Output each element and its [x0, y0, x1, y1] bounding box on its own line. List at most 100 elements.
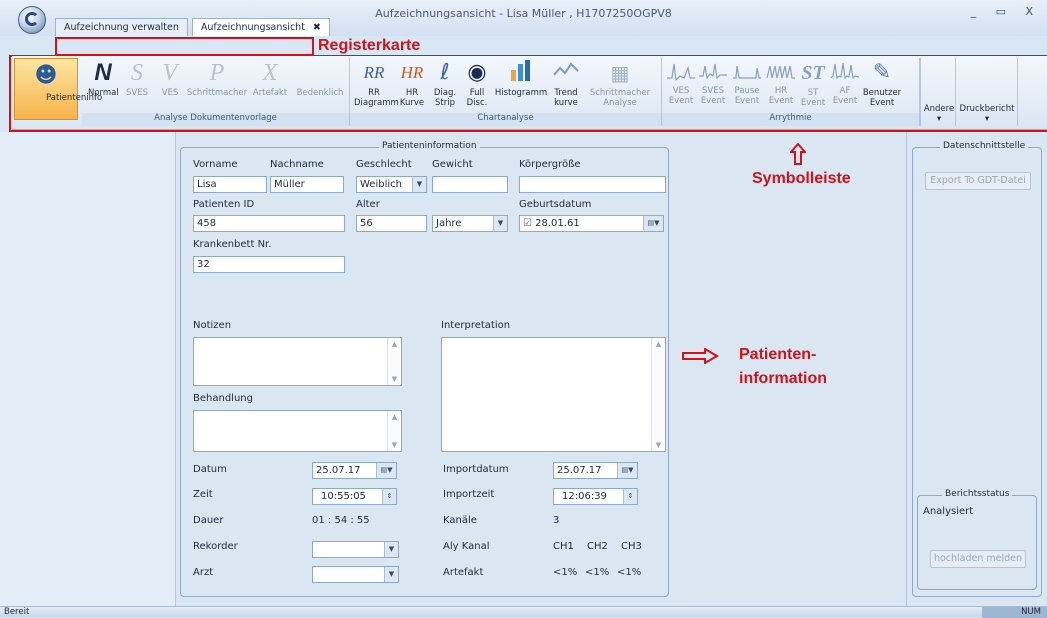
- right-pane: Datenschnittstelle Export To GDT-Datei B…: [906, 132, 1047, 606]
- sves-wave-icon: [699, 63, 727, 80]
- treatment-textarea[interactable]: ▲ ▼: [193, 410, 402, 452]
- gender-select[interactable]: Weiblich ▼: [356, 176, 427, 193]
- treatment-label: Behandlung: [193, 393, 253, 404]
- height-field[interactable]: [519, 176, 666, 193]
- questionable-icon: [292, 58, 348, 88]
- af-event-button[interactable]: AF Event: [830, 58, 860, 106]
- left-pane: [0, 132, 176, 606]
- scroll-down-icon[interactable]: ▼: [652, 441, 665, 449]
- calendar-icon[interactable]: ▤▼: [376, 463, 396, 478]
- duration-label: Dauer: [193, 515, 224, 526]
- patient-icon: ☻: [34, 63, 58, 88]
- age-field[interactable]: 56: [356, 215, 427, 232]
- vertical-scrollbar[interactable]: ▲ ▼: [387, 411, 401, 451]
- spinner-icon[interactable]: ⇕: [382, 489, 396, 504]
- button-label: ST: [807, 88, 819, 98]
- first-name-field[interactable]: Lisa: [193, 176, 267, 193]
- vertical-scrollbar[interactable]: ▲ ▼: [651, 338, 665, 451]
- button-label: Bedenklich: [296, 88, 344, 98]
- dropdown-arrow-icon[interactable]: ▼: [384, 567, 398, 582]
- hr-curve-button[interactable]: HR HR Kurve: [396, 58, 428, 108]
- scroll-up-icon[interactable]: ▲: [388, 413, 401, 421]
- notes-label: Notizen: [193, 320, 232, 331]
- import-date-picker[interactable]: 25.07.17 ▤▼: [553, 462, 638, 479]
- import-time-label: Importzeit: [443, 489, 495, 500]
- time-spinner[interactable]: 10:55:05 ⇕: [312, 488, 397, 505]
- artifact-label: Artefakt: [443, 567, 484, 578]
- questionable-button[interactable]: Bedenklich: [292, 58, 348, 98]
- calendar-icon[interactable]: ▤▼: [643, 216, 663, 231]
- age-unit-select[interactable]: Jahre ▼: [432, 215, 508, 232]
- pacemaker-button[interactable]: P Schrittmacher: [186, 58, 248, 98]
- disc-icon: ◉: [467, 60, 487, 85]
- pause-event-button[interactable]: Pause Event: [730, 58, 764, 106]
- close-tab-icon[interactable]: ✖: [313, 22, 321, 33]
- bed-field[interactable]: 32: [193, 256, 345, 273]
- trend-curve-button[interactable]: Trend kurve: [550, 58, 582, 108]
- patient-info-legend: Patienteninformation: [379, 141, 480, 151]
- hr-wave-icon: [766, 65, 795, 79]
- user-event-icon: ✎: [872, 60, 892, 85]
- physician-select[interactable]: ▼: [312, 566, 399, 583]
- rr-diagram-button[interactable]: RR RR Diagramm: [354, 58, 399, 108]
- window-controls[interactable]: _ ▭ X: [971, 5, 1041, 18]
- button-label: Event: [832, 96, 858, 106]
- other-button[interactable]: Andere ▾: [923, 104, 955, 124]
- scroll-up-icon[interactable]: ▲: [652, 340, 665, 348]
- spinner-icon[interactable]: ⇕: [623, 489, 637, 504]
- histogram-icon: [494, 58, 548, 88]
- hr-event-button[interactable]: HR Event: [766, 58, 796, 106]
- recorder-select[interactable]: ▼: [312, 541, 399, 558]
- scroll-down-icon[interactable]: ▼: [388, 441, 401, 449]
- button-label: HR: [774, 86, 788, 96]
- print-report-button[interactable]: Druckbericht ▾: [958, 104, 1016, 124]
- ves-event-button[interactable]: VES Event: [666, 58, 696, 106]
- scroll-up-icon[interactable]: ▲: [388, 340, 401, 348]
- arrhythmia-group: VES Event SVES Event Pause Event HR Event ST…: [662, 58, 920, 126]
- sves-button[interactable]: S SVES: [122, 58, 152, 98]
- strip-icon: ℓ: [440, 60, 450, 85]
- calendar-icon[interactable]: ▤▼: [617, 463, 637, 478]
- user-event-button[interactable]: ✎ Benutzer Event: [862, 58, 902, 108]
- scroll-down-icon[interactable]: ▼: [388, 375, 401, 383]
- button-label: Normal: [88, 88, 119, 98]
- button-label: Benutzer: [862, 88, 902, 98]
- button-label: Event: [734, 96, 760, 106]
- title-bar: Aufzeichnungsansicht - Lisa Müller , H17…: [0, 0, 1047, 36]
- histogram-button[interactable]: Histogramm: [494, 58, 548, 98]
- last-name-field[interactable]: Müller: [270, 176, 344, 193]
- checkbox-icon[interactable]: ☑: [523, 218, 532, 229]
- full-disc-button[interactable]: ◉ Full Disc.: [462, 58, 492, 108]
- button-label: Event: [668, 96, 694, 106]
- tab-recording-view[interactable]: Aufzeichnungsansicht ✖: [191, 18, 330, 36]
- report-status-value: Analysiert: [923, 506, 974, 517]
- weight-field[interactable]: [432, 176, 508, 193]
- diag-strip-button[interactable]: ℓ Diag. Strip: [430, 58, 460, 108]
- import-time-spinner[interactable]: 12:06:39 ⇕: [553, 488, 638, 505]
- vertical-scrollbar[interactable]: ▲ ▼: [387, 338, 401, 385]
- interpretation-textarea[interactable]: ▲ ▼: [441, 337, 666, 452]
- st-event-button[interactable]: ST ST Event: [798, 58, 828, 108]
- sves-event-button[interactable]: SVES Event: [698, 58, 728, 106]
- artifact-button[interactable]: X Artefakt: [248, 58, 292, 98]
- notes-textarea[interactable]: ▲ ▼: [193, 337, 402, 386]
- normal-button[interactable]: N Normal: [88, 58, 119, 98]
- birth-date-picker[interactable]: ☑ 28.01.61 ▤▼: [519, 215, 664, 232]
- report-status-legend: Berichtsstatus: [942, 489, 1013, 499]
- patient-id-field[interactable]: 458: [193, 215, 345, 232]
- upload-report-button[interactable]: hochladen melden: [930, 550, 1026, 568]
- ves-button[interactable]: V VES: [156, 58, 184, 98]
- pacemaker-analysis-button[interactable]: ▦ Schrittmacher Analyse: [584, 58, 656, 108]
- export-gdt-button[interactable]: Export To GDT-Datei: [925, 172, 1031, 190]
- button-label: Schrittmacher: [589, 88, 651, 98]
- tab-recording-manage[interactable]: Aufzeichnung verwalten: [55, 18, 188, 36]
- patient-info-button[interactable]: ☻ Patienteninfo: [14, 58, 102, 120]
- button-label: Event: [700, 96, 726, 106]
- dropdown-arrow-icon[interactable]: ▼: [384, 542, 398, 557]
- date-picker[interactable]: 25.07.17 ▤▼: [312, 462, 397, 479]
- last-name-label: Nachname: [270, 159, 324, 170]
- dropdown-arrow-icon[interactable]: ▼: [412, 177, 426, 192]
- height-label: Körpergröße: [519, 159, 581, 170]
- annotation-patient-info-1: Patienten-: [739, 346, 817, 363]
- dropdown-arrow-icon[interactable]: ▼: [493, 216, 507, 231]
